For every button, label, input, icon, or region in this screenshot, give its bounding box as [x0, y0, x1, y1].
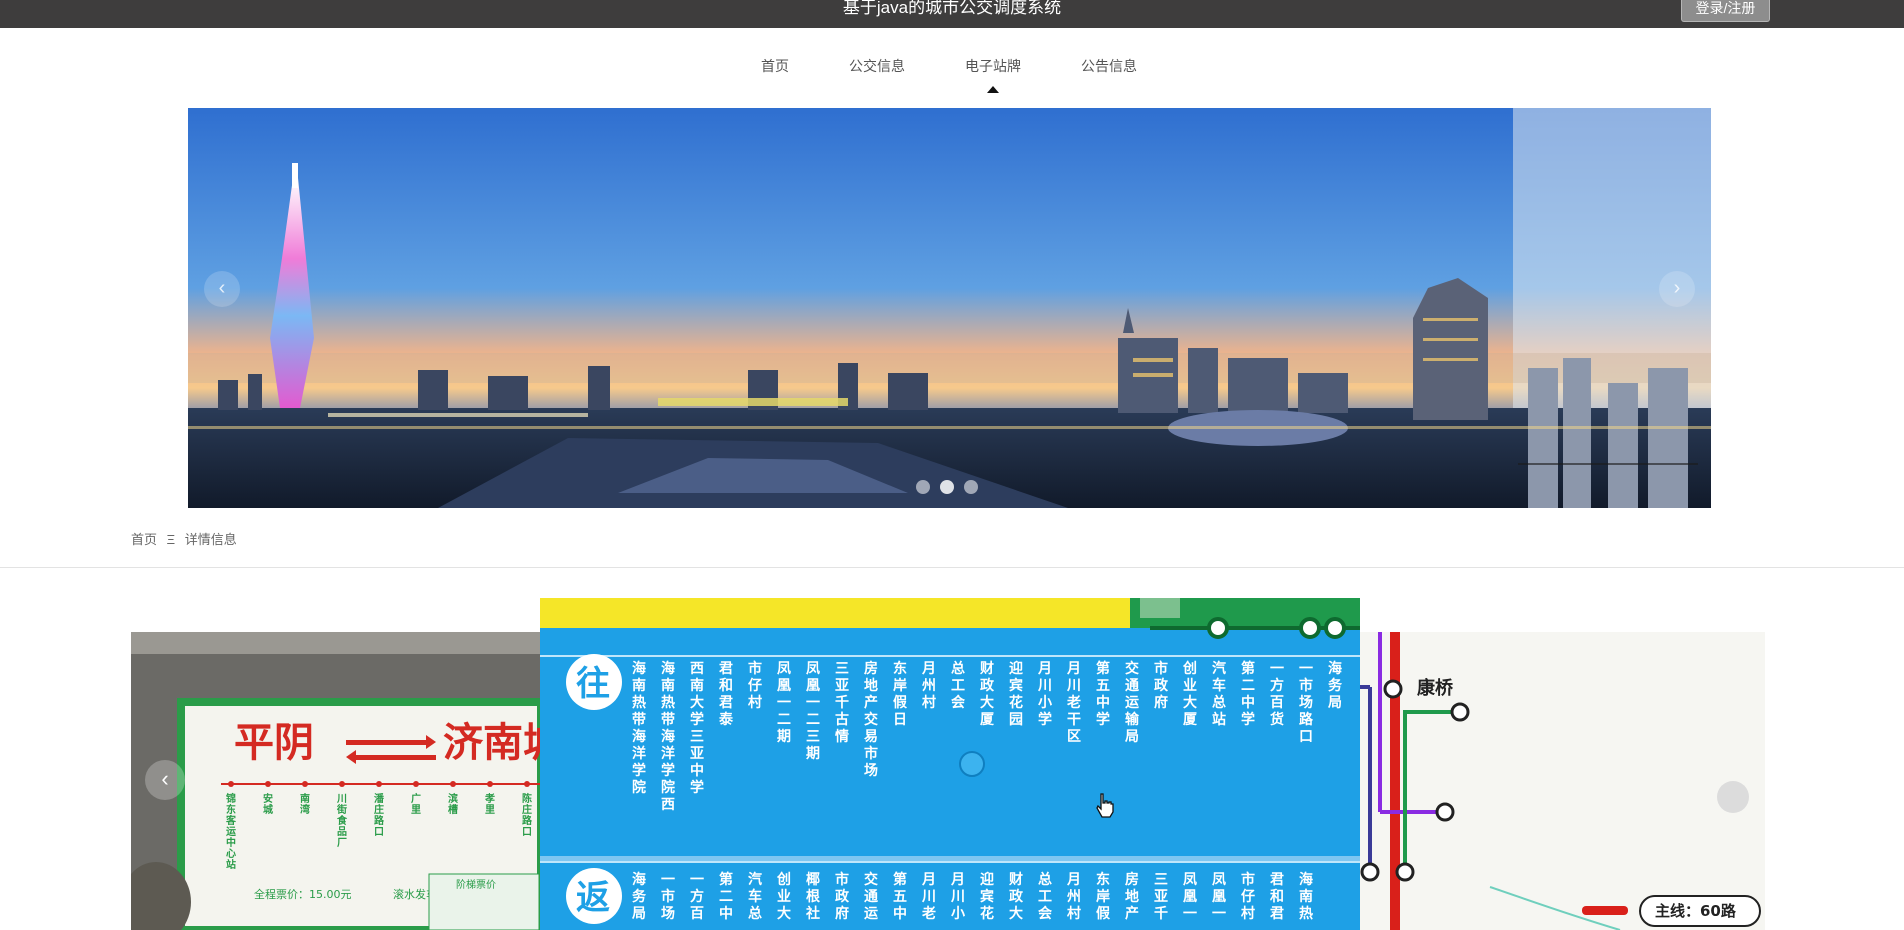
outbound-station: 交通运输局 [1125, 660, 1140, 745]
left-sign-origin: 平阴 [234, 720, 314, 766]
left-station: 南湾 [300, 792, 310, 816]
return-badge-icon: 返 [576, 878, 610, 918]
outbound-station: 君和君泰 [718, 661, 734, 728]
return-station: 第五中 [893, 871, 907, 922]
return-station: 海南热 [1299, 871, 1313, 922]
return-station: 第二中 [719, 871, 733, 922]
banner-carousel[interactable]: ‹ › [188, 108, 1711, 508]
breadcrumb-current: 详情信息 [184, 532, 237, 547]
return-station: 月川老 [921, 872, 936, 922]
return-station: 一方百 [690, 872, 704, 922]
breadcrumb: 首页 Ξ 详情信息 [131, 529, 243, 548]
outbound-station: 市政府 [1154, 660, 1169, 711]
outbound-station: 房地产交易市场 [864, 660, 878, 779]
left-station: 滨槽 [448, 792, 458, 816]
left-station-dot [450, 781, 456, 787]
hand-cursor-icon [1096, 793, 1114, 818]
left-station-dot [413, 781, 419, 787]
return-station: 财政大 [1008, 871, 1024, 922]
outbound-station: 西南大学三亚中学 [690, 661, 704, 796]
return-station: 东岸假 [1096, 871, 1111, 922]
return-station: 凤凰一 [1183, 872, 1197, 922]
outbound-station: 凤凰一二三期 [806, 661, 820, 762]
return-station: 月川小 [950, 872, 965, 922]
left-station: 潘庄路口 [374, 792, 385, 838]
login-register-button[interactable]: 登录/注册 [1681, 0, 1770, 22]
left-station: 孝里 [484, 792, 495, 816]
outbound-station: 一方百货 [1269, 661, 1284, 728]
left-station-dot [487, 781, 493, 787]
outbound-station: 海务局 [1328, 660, 1343, 711]
left-station-dot [302, 781, 308, 787]
section-divider [0, 567, 1904, 568]
left-station-dot [339, 781, 345, 787]
return-station: 凤凰一 [1212, 872, 1226, 922]
outbound-station: 市仔村 [748, 660, 762, 711]
site-title: 基于java的城市公交调度系统 [842, 0, 1062, 17]
left-bus-sign-image: 平阴 济南城际 锦东客运中心站 安城 南湾 川街食品厂 潘庄路口 广里 滨槽 孝里 陈庄路口 全… [131, 632, 541, 930]
return-station: 椰根社 [805, 871, 821, 922]
return-station: 创业大 [776, 871, 791, 922]
return-station: 房地产 [1125, 871, 1139, 922]
left-station-dot [228, 781, 234, 787]
top-bar: 基于java的城市公交调度系统 登录/注册 [0, 0, 1904, 28]
map-station-label: 康桥 [1417, 677, 1454, 699]
return-station: 汽车总 [748, 871, 762, 922]
left-station-dot [524, 781, 530, 787]
gallery-prev-arrow[interactable]: ‹ [145, 760, 185, 800]
return-station: 市仔村 [1241, 871, 1255, 922]
left-sign-destination: 济南城际 [443, 720, 541, 766]
outbound-station: 一市场路口 [1299, 661, 1314, 745]
banner-prev-arrow[interactable]: ‹ [204, 271, 240, 307]
return-station: 君和君 [1269, 872, 1284, 922]
return-station: 市政府 [835, 871, 850, 922]
return-station: 交通运 [864, 871, 878, 922]
nav-item-e-stop-sign[interactable]: 电子站牌 [965, 56, 1021, 76]
left-station: 广里 [411, 792, 421, 816]
outbound-station: 凤凰一二期 [777, 661, 791, 745]
left-station: 川街食品厂 [336, 793, 348, 849]
banner-next-arrow[interactable]: › [1659, 271, 1695, 307]
outbound-station: 海南热带海洋学院西 [661, 660, 675, 813]
return-station: 一市场 [661, 872, 675, 922]
left-station: 陈庄路口 [522, 792, 533, 838]
left-station: 安城 [263, 792, 273, 816]
map-line-badge: 主线：60路 [1655, 902, 1737, 920]
outbound-station: 三亚千古情 [835, 661, 849, 745]
return-station: 迎宾花 [980, 871, 994, 922]
left-station-dot [376, 781, 382, 787]
outbound-station: 月川老干区 [1066, 661, 1081, 745]
banner-dot-2[interactable] [940, 480, 954, 494]
return-station: 总工会 [1038, 871, 1053, 922]
left-sign-fare: 全程票价：15.00元 [254, 887, 352, 901]
nav-item-home[interactable]: 首页 [761, 56, 789, 76]
center-bus-sign-image: 往 海南热带海洋学院海南热带海洋学院西西南大学三亚中学君和君泰市仔村凤凰一二期凤… [540, 598, 1360, 930]
left-station-dot [265, 781, 271, 787]
right-route-map-image: 康桥 主线：60路 [1360, 632, 1765, 930]
outbound-badge-icon: 往 [576, 664, 610, 704]
left-sign-info-header: 阶梯票价 [456, 878, 496, 891]
nav-item-announcements[interactable]: 公告信息 [1081, 56, 1137, 76]
outbound-station: 总工会 [951, 660, 966, 711]
outbound-station: 月川小学 [1037, 661, 1052, 728]
left-station: 锦东客运中心站 [225, 792, 237, 871]
nav-item-bus-info[interactable]: 公交信息 [849, 56, 905, 76]
return-station: 月州村 [1066, 872, 1081, 922]
return-station: 海务局 [632, 871, 647, 922]
banner-dot-3[interactable] [964, 480, 978, 494]
city-skyline-image [188, 108, 1711, 508]
return-station: 三亚千 [1154, 872, 1168, 922]
main-nav: 首页 公交信息 电子站牌 公告信息 [0, 56, 1904, 96]
banner-dot-1[interactable] [916, 480, 930, 494]
detail-image-gallery[interactable]: 平阴 济南城际 锦东客运中心站 安城 南湾 川街食品厂 潘庄路口 广里 滨槽 孝里 陈庄路口 全… [0, 598, 1904, 930]
banner-dots [916, 480, 988, 499]
active-nav-caret-icon [987, 86, 999, 93]
breadcrumb-separator-icon: Ξ [166, 532, 176, 547]
outbound-station: 月州村 [921, 661, 936, 711]
breadcrumb-home[interactable]: 首页 [131, 532, 157, 547]
